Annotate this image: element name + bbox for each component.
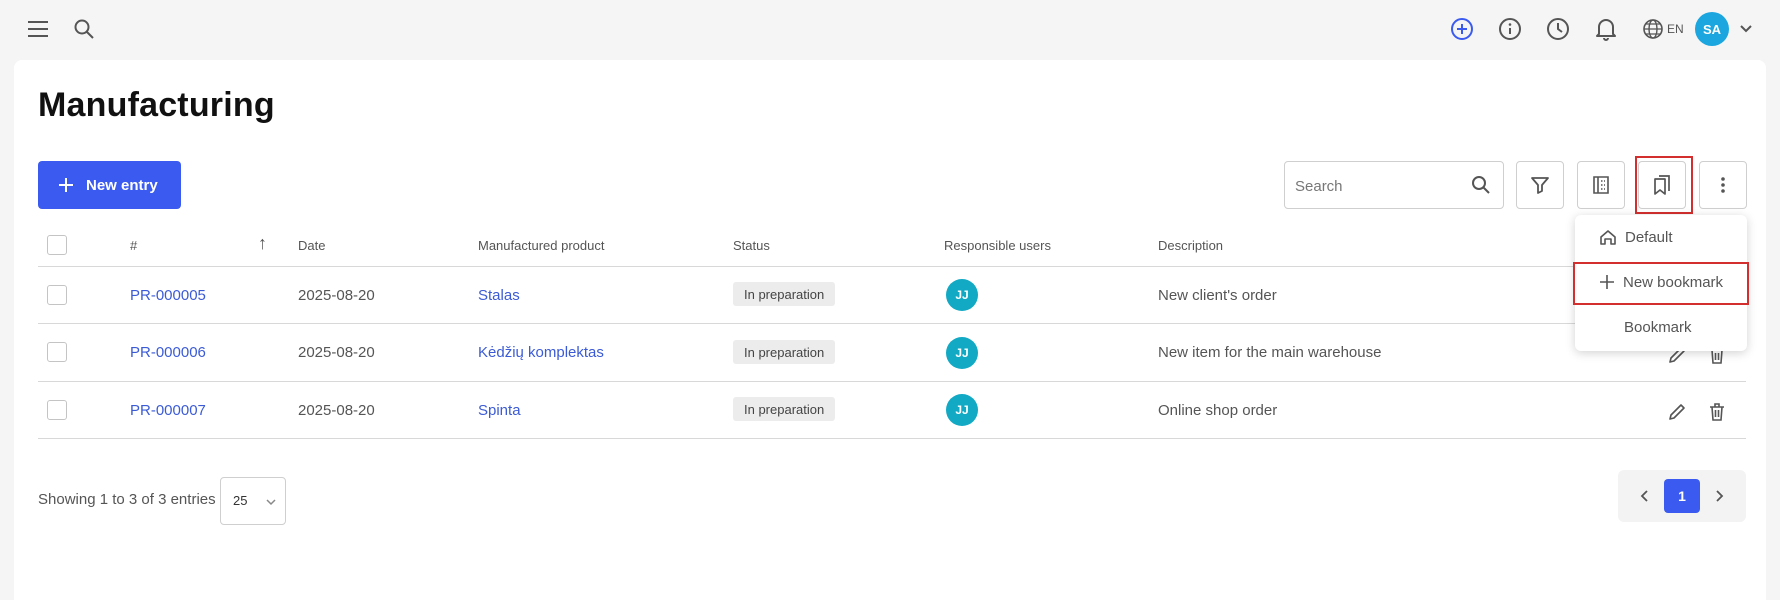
- row-id-link[interactable]: PR-000005: [130, 287, 206, 304]
- bell-icon[interactable]: [1592, 15, 1620, 43]
- column-header-description[interactable]: Description: [1158, 238, 1223, 253]
- chevron-down-icon: [265, 494, 277, 512]
- row-checkbox[interactable]: [47, 342, 67, 362]
- bookmarks-button[interactable]: [1638, 161, 1686, 209]
- user-avatar[interactable]: JJ: [946, 394, 978, 426]
- column-header-responsible-users[interactable]: Responsible users: [944, 238, 1051, 253]
- trash-icon[interactable]: [1704, 399, 1730, 425]
- row-description: New client's order: [1158, 287, 1277, 304]
- plus-icon: [1600, 275, 1614, 289]
- column-header-product[interactable]: Manufactured product: [478, 238, 604, 253]
- edit-icon[interactable]: [1664, 399, 1690, 425]
- clock-icon[interactable]: [1544, 15, 1572, 43]
- new-entry-label: New entry: [86, 176, 158, 194]
- bookmark-item-default[interactable]: Default: [1575, 217, 1747, 257]
- page-button-1[interactable]: 1: [1664, 479, 1700, 513]
- showing-entries-text: Showing 1 to 3 of 3 entries: [38, 491, 216, 508]
- filter-button[interactable]: [1516, 161, 1564, 209]
- user-avatar[interactable]: SA: [1695, 12, 1729, 46]
- row-divider: [38, 438, 1746, 439]
- row-description: New item for the main warehouse: [1158, 344, 1382, 361]
- bookmark-item-label: Bookmark: [1624, 318, 1692, 336]
- new-bookmark-item[interactable]: New bookmark: [1575, 262, 1747, 302]
- row-checkbox[interactable]: [47, 400, 67, 420]
- info-icon[interactable]: [1496, 15, 1524, 43]
- more-options-button[interactable]: [1699, 161, 1747, 209]
- status-badge: In preparation: [733, 282, 836, 306]
- bookmark-item[interactable]: Bookmark: [1575, 307, 1747, 347]
- column-header-number[interactable]: #: [130, 238, 137, 253]
- bookmark-item-label: Default: [1625, 228, 1673, 246]
- globe-icon: [1643, 19, 1663, 39]
- more-vertical-icon: [1721, 177, 1725, 193]
- search-input[interactable]: [1295, 176, 1465, 196]
- language-label: EN: [1667, 22, 1684, 36]
- page-title: Manufacturing: [38, 86, 275, 124]
- bookmarks-dropdown: Default New bookmark Bookmark: [1575, 215, 1747, 351]
- per-page-value: 25: [233, 493, 248, 508]
- row-id-link[interactable]: PR-000006: [130, 344, 206, 361]
- row-product-link[interactable]: Spinta: [478, 402, 521, 419]
- user-avatar[interactable]: JJ: [946, 337, 978, 369]
- row-divider: [38, 323, 1746, 324]
- pagination: 1: [1618, 470, 1746, 522]
- row-description: Online shop order: [1158, 402, 1278, 419]
- row-date: 2025-08-20: [298, 402, 375, 419]
- search-box: [1284, 161, 1504, 209]
- columns-icon: [1593, 176, 1609, 194]
- columns-button[interactable]: [1577, 161, 1625, 209]
- row-id-link[interactable]: PR-000007: [130, 402, 206, 419]
- menu-icon[interactable]: [24, 15, 52, 43]
- top-bar: EN SA: [0, 0, 1780, 58]
- column-header-date[interactable]: Date: [298, 238, 325, 253]
- home-icon: [1600, 230, 1616, 245]
- language-selector[interactable]: EN: [1642, 15, 1684, 43]
- status-badge: In preparation: [733, 340, 836, 364]
- row-date: 2025-08-20: [298, 287, 375, 304]
- per-page-select[interactable]: 25: [220, 477, 286, 525]
- user-avatar[interactable]: JJ: [946, 279, 978, 311]
- row-divider: [38, 381, 1746, 382]
- new-bookmark-label: New bookmark: [1623, 273, 1724, 291]
- add-circle-icon[interactable]: [1448, 15, 1476, 43]
- search-icon[interactable]: [1471, 175, 1491, 200]
- chevron-down-icon[interactable]: [1734, 17, 1758, 41]
- row-product-link[interactable]: Stalas: [478, 287, 520, 304]
- filter-icon: [1531, 177, 1549, 194]
- previous-page-icon[interactable]: [1632, 484, 1656, 508]
- new-entry-button[interactable]: New entry: [38, 161, 181, 209]
- row-checkbox[interactable]: [47, 285, 67, 305]
- status-badge: In preparation: [733, 397, 836, 421]
- sort-arrow-up-icon[interactable]: ↑: [258, 233, 267, 254]
- column-header-status[interactable]: Status: [733, 238, 770, 253]
- row-date: 2025-08-20: [298, 344, 375, 361]
- header-divider: [38, 266, 1746, 267]
- plus-icon: [59, 178, 73, 192]
- select-all-checkbox[interactable]: [47, 235, 67, 255]
- bookmark-icon: [1654, 175, 1670, 195]
- next-page-icon[interactable]: [1708, 484, 1732, 508]
- row-product-link[interactable]: Kėdžių komplektas: [478, 344, 604, 361]
- search-icon[interactable]: [70, 15, 98, 43]
